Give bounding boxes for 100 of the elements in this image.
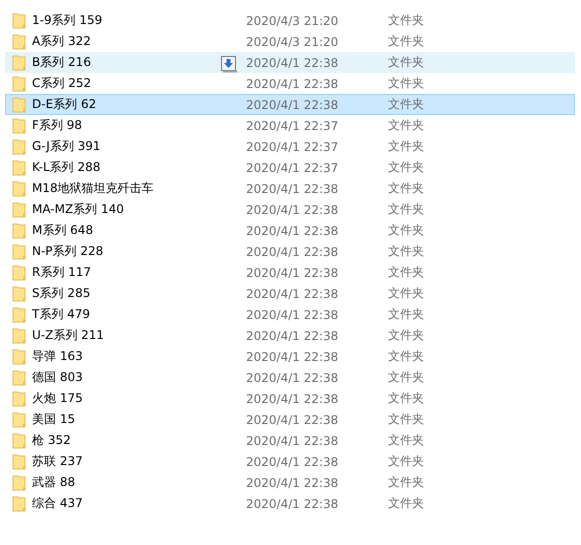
file-row[interactable]: B系列 216 2020/4/1 22:38 文件夹 <box>5 52 575 73</box>
folder-icon <box>12 222 26 238</box>
file-name: 武器 88 <box>32 474 76 491</box>
file-type: 文件夹 <box>388 55 424 69</box>
modified-date: 2020/4/1 22:38 <box>246 412 338 426</box>
file-type: 文件夹 <box>388 139 424 153</box>
file-row[interactable]: 武器 88 2020/4/1 22:38 文件夹 <box>5 472 575 493</box>
modified-date: 2020/4/1 22:38 <box>246 244 338 258</box>
modified-date: 2020/4/1 22:38 <box>246 286 338 300</box>
file-name: 美国 15 <box>32 411 76 428</box>
file-type: 文件夹 <box>388 475 424 489</box>
file-type: 文件夹 <box>388 34 424 48</box>
file-name: G-J系列 391 <box>32 138 101 155</box>
modified-date: 2020/4/1 22:37 <box>246 118 338 132</box>
folder-icon <box>12 306 26 322</box>
file-name: 德国 803 <box>32 369 83 386</box>
file-name: M18地狱猫坦克歼击车 <box>32 180 154 197</box>
file-name: R系列 117 <box>32 264 92 281</box>
file-name: 导弹 163 <box>32 348 83 365</box>
modified-date: 2020/4/1 22:38 <box>246 266 338 280</box>
modified-date: 2020/4/1 22:38 <box>246 350 338 364</box>
file-name: B系列 216 <box>32 54 91 71</box>
modified-date: 2020/4/1 22:38 <box>246 202 338 216</box>
file-type: 文件夹 <box>388 97 424 111</box>
modified-date: 2020/4/1 22:38 <box>246 76 338 90</box>
file-row[interactable]: 综合 437 2020/4/1 22:38 文件夹 <box>5 493 575 514</box>
file-type: 文件夹 <box>388 328 424 342</box>
modified-date: 2020/4/1 22:37 <box>246 160 338 174</box>
file-row[interactable]: 美国 15 2020/4/1 22:38 文件夹 <box>5 409 575 430</box>
file-row[interactable]: 苏联 237 2020/4/1 22:38 文件夹 <box>5 451 575 472</box>
modified-date: 2020/4/1 22:38 <box>246 308 338 322</box>
file-row[interactable]: U-Z系列 211 2020/4/1 22:38 文件夹 <box>5 325 575 346</box>
folder-icon <box>12 390 26 406</box>
modified-date: 2020/4/1 22:38 <box>246 476 338 490</box>
file-type: 文件夹 <box>388 244 424 258</box>
file-row[interactable]: A系列 322 2020/4/3 21:20 文件夹 <box>5 31 575 52</box>
modified-date: 2020/4/3 21:20 <box>246 34 338 48</box>
folder-icon <box>12 96 26 112</box>
file-row[interactable]: M系列 648 2020/4/1 22:38 文件夹 <box>5 220 575 241</box>
file-name: 枪 352 <box>32 432 71 449</box>
download-icon <box>221 56 237 72</box>
file-name: MA-MZ系列 140 <box>32 201 124 218</box>
modified-date: 2020/4/1 22:38 <box>246 98 338 112</box>
file-name: M系列 648 <box>32 222 94 239</box>
modified-date: 2020/4/1 22:37 <box>246 140 338 154</box>
file-name: D-E系列 62 <box>32 96 96 113</box>
file-name: K-L系列 288 <box>32 159 100 176</box>
file-row[interactable]: 导弹 163 2020/4/1 22:38 文件夹 <box>5 346 575 367</box>
folder-icon <box>12 412 26 428</box>
file-name: 苏联 237 <box>32 453 83 470</box>
file-name: N-P系列 228 <box>32 243 104 260</box>
file-name: A系列 322 <box>32 33 91 50</box>
file-row[interactable]: 德国 803 2020/4/1 22:38 文件夹 <box>5 367 575 388</box>
file-type: 文件夹 <box>388 454 424 468</box>
file-row[interactable]: D-E系列 62 2020/4/1 22:38 文件夹 <box>5 94 575 115</box>
file-type: 文件夹 <box>388 391 424 405</box>
folder-icon <box>12 160 26 176</box>
file-row[interactable]: S系列 285 2020/4/1 22:38 文件夹 <box>5 283 575 304</box>
file-row[interactable]: K-L系列 288 2020/4/1 22:37 文件夹 <box>5 157 575 178</box>
file-row[interactable]: 枪 352 2020/4/1 22:38 文件夹 <box>5 430 575 451</box>
folder-icon <box>12 54 26 70</box>
modified-date: 2020/4/1 22:38 <box>246 392 338 406</box>
folder-icon <box>12 432 26 448</box>
folder-icon <box>12 370 26 386</box>
file-type: 文件夹 <box>388 265 424 279</box>
file-type: 文件夹 <box>388 223 424 237</box>
file-name: U-Z系列 211 <box>32 327 104 344</box>
file-row[interactable]: R系列 117 2020/4/1 22:38 文件夹 <box>5 262 575 283</box>
file-name: 火炮 175 <box>32 390 83 407</box>
file-row[interactable]: N-P系列 228 2020/4/1 22:38 文件夹 <box>5 241 575 262</box>
modified-date: 2020/4/1 22:38 <box>246 328 338 342</box>
folder-icon <box>12 138 26 154</box>
folder-icon <box>12 118 26 134</box>
modified-date: 2020/4/1 22:38 <box>246 182 338 196</box>
file-row[interactable]: 1-9系列 159 2020/4/3 21:20 文件夹 <box>5 10 575 31</box>
file-name: T系列 479 <box>32 306 90 323</box>
file-row[interactable]: M18地狱猫坦克歼击车 2020/4/1 22:38 文件夹 <box>5 178 575 199</box>
folder-icon <box>12 264 26 280</box>
folder-icon <box>12 496 26 512</box>
file-type: 文件夹 <box>388 496 424 510</box>
folder-icon <box>12 244 26 260</box>
file-row[interactable]: F系列 98 2020/4/1 22:37 文件夹 <box>5 115 575 136</box>
folder-icon <box>12 474 26 490</box>
file-row[interactable]: C系列 252 2020/4/1 22:38 文件夹 <box>5 73 575 94</box>
file-type: 文件夹 <box>388 433 424 447</box>
folder-icon <box>12 286 26 302</box>
file-row[interactable]: T系列 479 2020/4/1 22:38 文件夹 <box>5 304 575 325</box>
modified-date: 2020/4/1 22:38 <box>246 370 338 384</box>
modified-date: 2020/4/1 22:38 <box>246 496 338 510</box>
file-row[interactable]: G-J系列 391 2020/4/1 22:37 文件夹 <box>5 136 575 157</box>
folder-icon <box>12 180 26 196</box>
file-type: 文件夹 <box>388 307 424 321</box>
modified-date: 2020/4/1 22:38 <box>246 434 338 448</box>
file-row[interactable]: MA-MZ系列 140 2020/4/1 22:38 文件夹 <box>5 199 575 220</box>
file-type: 文件夹 <box>388 181 424 195</box>
file-type: 文件夹 <box>388 286 424 300</box>
folder-icon <box>12 34 26 50</box>
folder-icon <box>12 328 26 344</box>
file-row[interactable]: 火炮 175 2020/4/1 22:38 文件夹 <box>5 388 575 409</box>
file-name: F系列 98 <box>32 117 82 134</box>
